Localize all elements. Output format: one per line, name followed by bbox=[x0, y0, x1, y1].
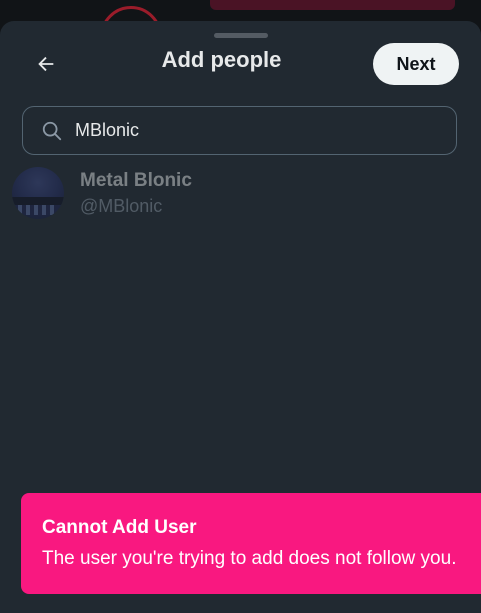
toast-message: The user you're trying to add does not f… bbox=[42, 548, 457, 569]
user-display-name: Metal Blonic bbox=[80, 170, 192, 191]
search-icon bbox=[40, 119, 64, 143]
search-box[interactable] bbox=[22, 106, 457, 155]
toast-title: Cannot Add User bbox=[42, 517, 197, 538]
backdrop-decoration bbox=[210, 0, 455, 10]
sheet-grabber-handle[interactable] bbox=[214, 33, 268, 38]
user-result-row[interactable]: Metal Blonic @MBlonic bbox=[0, 161, 481, 225]
avatar bbox=[12, 167, 64, 219]
error-toast: Cannot Add User The user you're trying t… bbox=[21, 493, 481, 594]
user-handle: @MBlonic bbox=[80, 196, 163, 216]
search-input[interactable] bbox=[73, 119, 437, 142]
next-button[interactable]: Next bbox=[373, 43, 459, 85]
